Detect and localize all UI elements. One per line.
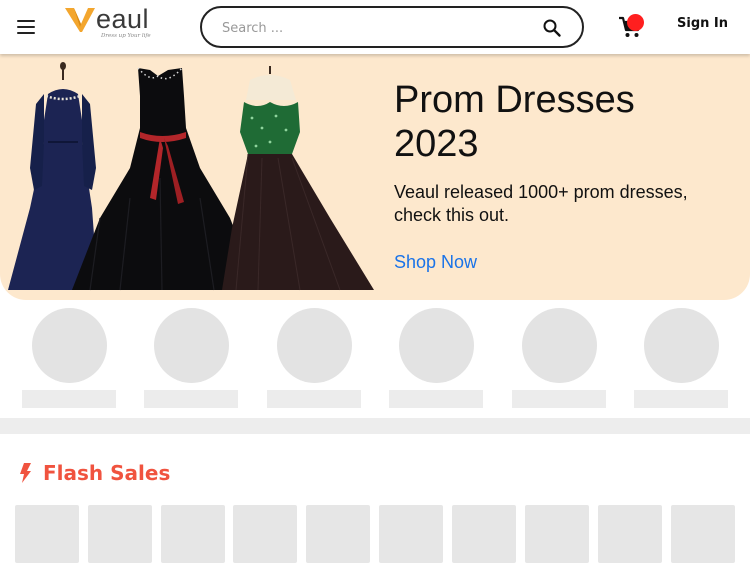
hero-banner[interactable]: Prom Dresses 2023 Veaul released 1000+ p…: [0, 54, 750, 300]
logo-wordmark: eaul: [96, 4, 150, 34]
flash-product-placeholder[interactable]: [161, 505, 225, 563]
flash-sales-title: Flash Sales: [43, 461, 171, 485]
flash-product-placeholder[interactable]: [379, 505, 443, 563]
category-image-placeholder: [154, 308, 229, 383]
flash-product-placeholder[interactable]: [671, 505, 735, 563]
banner-subtitle-line1: Veaul released 1000+ prom dresses,: [394, 182, 688, 202]
category-placeholder[interactable]: [389, 308, 483, 410]
category-label-placeholder: [22, 390, 116, 408]
logo-tagline: Dress up Your life: [101, 33, 151, 39]
category-image-placeholder: [277, 308, 352, 383]
category-image-placeholder: [644, 308, 719, 383]
veaul-logo[interactable]: eaul Dress up Your life: [64, 4, 164, 46]
search-bar: [200, 6, 584, 48]
category-placeholder[interactable]: [512, 308, 606, 410]
category-label-placeholder: [512, 390, 606, 408]
banner-title-line2: 2023: [394, 123, 479, 165]
search-icon[interactable]: [542, 18, 562, 38]
category-placeholder[interactable]: [267, 308, 361, 410]
hamburger-menu-icon[interactable]: [16, 17, 38, 37]
shop-now-link[interactable]: Shop Now: [394, 252, 477, 273]
search-input[interactable]: [222, 18, 522, 38]
category-label-placeholder: [389, 390, 483, 408]
flash-product-placeholder[interactable]: [452, 505, 516, 563]
category-label-placeholder: [634, 390, 728, 408]
banner-subtitle-line2: check this out.: [394, 205, 510, 225]
category-placeholder[interactable]: [144, 308, 238, 410]
sign-in-link[interactable]: Sign In: [677, 16, 728, 31]
category-image-placeholder: [399, 308, 474, 383]
category-label-placeholder: [267, 390, 361, 408]
category-placeholder[interactable]: [634, 308, 728, 410]
category-placeholder[interactable]: [22, 308, 116, 410]
section-divider: [0, 418, 750, 434]
prom-dresses-image: [8, 62, 374, 291]
category-image-placeholder: [32, 308, 107, 383]
flash-product-placeholder[interactable]: [233, 505, 297, 563]
flash-product-placeholder[interactable]: [88, 505, 152, 563]
category-label-placeholder: [144, 390, 238, 408]
cart-badge: [627, 14, 644, 31]
category-image-placeholder: [522, 308, 597, 383]
banner-title-line1: Prom Dresses: [394, 79, 635, 121]
flash-product-placeholder[interactable]: [598, 505, 662, 563]
lightning-bolt-icon: [20, 463, 31, 483]
flash-product-placeholder[interactable]: [15, 505, 79, 563]
banner-subtitle: Veaul released 1000+ prom dresses, check…: [394, 181, 734, 227]
banner-title: Prom Dresses 2023: [394, 78, 734, 166]
flash-product-placeholder[interactable]: [306, 505, 370, 563]
top-header: eaul Dress up Your life Sign In: [0, 0, 750, 54]
flash-product-placeholder[interactable]: [525, 505, 589, 563]
logo-v-mark: [65, 8, 95, 32]
